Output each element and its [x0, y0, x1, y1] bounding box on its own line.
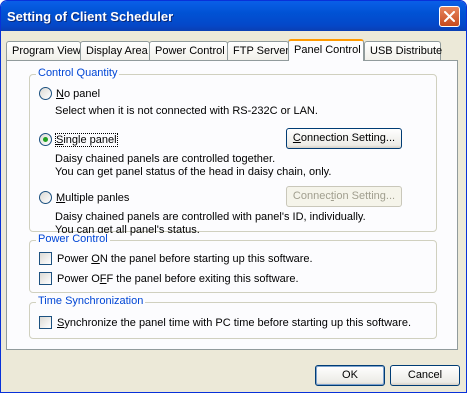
no-panel-description: Select when it is not connected with RS-…: [55, 105, 318, 117]
label-text: o panel: [63, 87, 101, 100]
tab-panel: Control Quantity No panel Select when it…: [6, 60, 458, 350]
multiple-connection-setting-button: Connection Setting...: [286, 186, 402, 207]
radio-selected-dot: [43, 137, 48, 142]
single-connection-setting-button[interactable]: Connection Setting...: [286, 128, 402, 149]
power-on-label: Power ON the panel before starting up th…: [57, 253, 313, 265]
power-off-label: Power OFF the panel before exiting this …: [57, 273, 299, 285]
ok-button[interactable]: OK: [315, 365, 385, 386]
single-panel-label: Single panel: [55, 132, 118, 147]
tab-panel-control[interactable]: Panel Control: [288, 39, 364, 61]
checkbox[interactable]: [39, 316, 52, 329]
power-control-group: Power Control Power ON the panel before …: [29, 233, 437, 293]
tab-label: FTP Server: [233, 45, 290, 57]
checkbox[interactable]: [39, 252, 52, 265]
multiple-panels-label: Multiple panles: [56, 192, 129, 204]
label-text: ynchronize the panel time with PC time b…: [64, 316, 412, 329]
tab-program-viewer[interactable]: Program Viewer: [6, 41, 91, 60]
tab-power-control[interactable]: Power Control: [149, 41, 228, 60]
checkbox[interactable]: [39, 272, 52, 285]
control-quantity-group: Control Quantity No panel Select when it…: [29, 67, 437, 236]
mnemonic-key: O: [91, 252, 100, 265]
multiple-panels-radio[interactable]: Multiple panles: [39, 191, 129, 204]
power-on-checkbox[interactable]: Power ON the panel before starting up th…: [39, 252, 313, 265]
multiple-panels-description-1: Daisy chained panels are controlled with…: [55, 211, 366, 223]
button-text: ion Setting...: [333, 190, 396, 202]
tab-strip: Program Viewer Display Area Power Contro…: [6, 39, 461, 61]
time-sync-legend: Time Synchronization: [36, 295, 146, 307]
single-panel-description-2: You can get panel status of the head in …: [55, 166, 332, 178]
tab-ftp-server[interactable]: FTP Server: [227, 41, 289, 60]
single-panel-radio[interactable]: Single panel: [39, 132, 118, 147]
dialog-window: Setting of Client Scheduler Program View…: [0, 0, 467, 393]
label-text: Power: [57, 252, 92, 265]
button-text: onnection Setting...: [300, 132, 396, 144]
mnemonic-key: M: [56, 191, 66, 204]
title-bar[interactable]: Setting of Client Scheduler: [1, 1, 466, 31]
label-text: ultiple panles: [65, 191, 130, 204]
close-button[interactable]: [439, 5, 460, 27]
close-icon: [444, 10, 455, 22]
radio-button[interactable]: [39, 87, 52, 100]
label-text: ingle panel: [63, 133, 117, 146]
single-panel-description-1: Daisy chained panels are controlled toge…: [55, 153, 276, 165]
no-panel-radio[interactable]: No panel: [39, 87, 100, 100]
tab-label: Power Control: [155, 45, 225, 57]
label-text: N the panel before starting up this soft…: [99, 252, 313, 265]
radio-button[interactable]: [39, 133, 52, 146]
tab-label: Program Viewer: [12, 45, 91, 57]
control-quantity-legend: Control Quantity: [36, 67, 120, 79]
radio-button[interactable]: [39, 191, 52, 204]
power-off-checkbox[interactable]: Power OFF the panel before exiting this …: [39, 272, 299, 285]
label-text: F the panel before exiting this software…: [106, 272, 299, 285]
tab-usb-distribute[interactable]: USB Distribute: [364, 41, 443, 60]
tab-label: USB Distribute: [370, 45, 443, 57]
mnemonic-key: F: [99, 272, 107, 285]
mnemonic-key: C: [292, 132, 301, 144]
label-text: Power O: [57, 272, 100, 285]
button-text: Connec: [292, 190, 331, 202]
power-control-legend: Power Control: [36, 233, 110, 245]
mnemonic-key: N: [56, 87, 64, 100]
no-panel-label: No panel: [56, 88, 100, 100]
window-title: Setting of Client Scheduler: [7, 8, 174, 24]
time-sync-group: Time Synchronization Synchronize the pan…: [29, 295, 437, 339]
sync-time-checkbox[interactable]: Synchronize the panel time with PC time …: [39, 316, 411, 329]
tab-label: Display Area: [86, 45, 148, 57]
tab-label: Panel Control: [294, 44, 361, 56]
cancel-button[interactable]: Cancel: [390, 365, 460, 386]
tab-display-area[interactable]: Display Area: [80, 41, 150, 60]
sync-time-label: Synchronize the panel time with PC time …: [57, 317, 411, 329]
